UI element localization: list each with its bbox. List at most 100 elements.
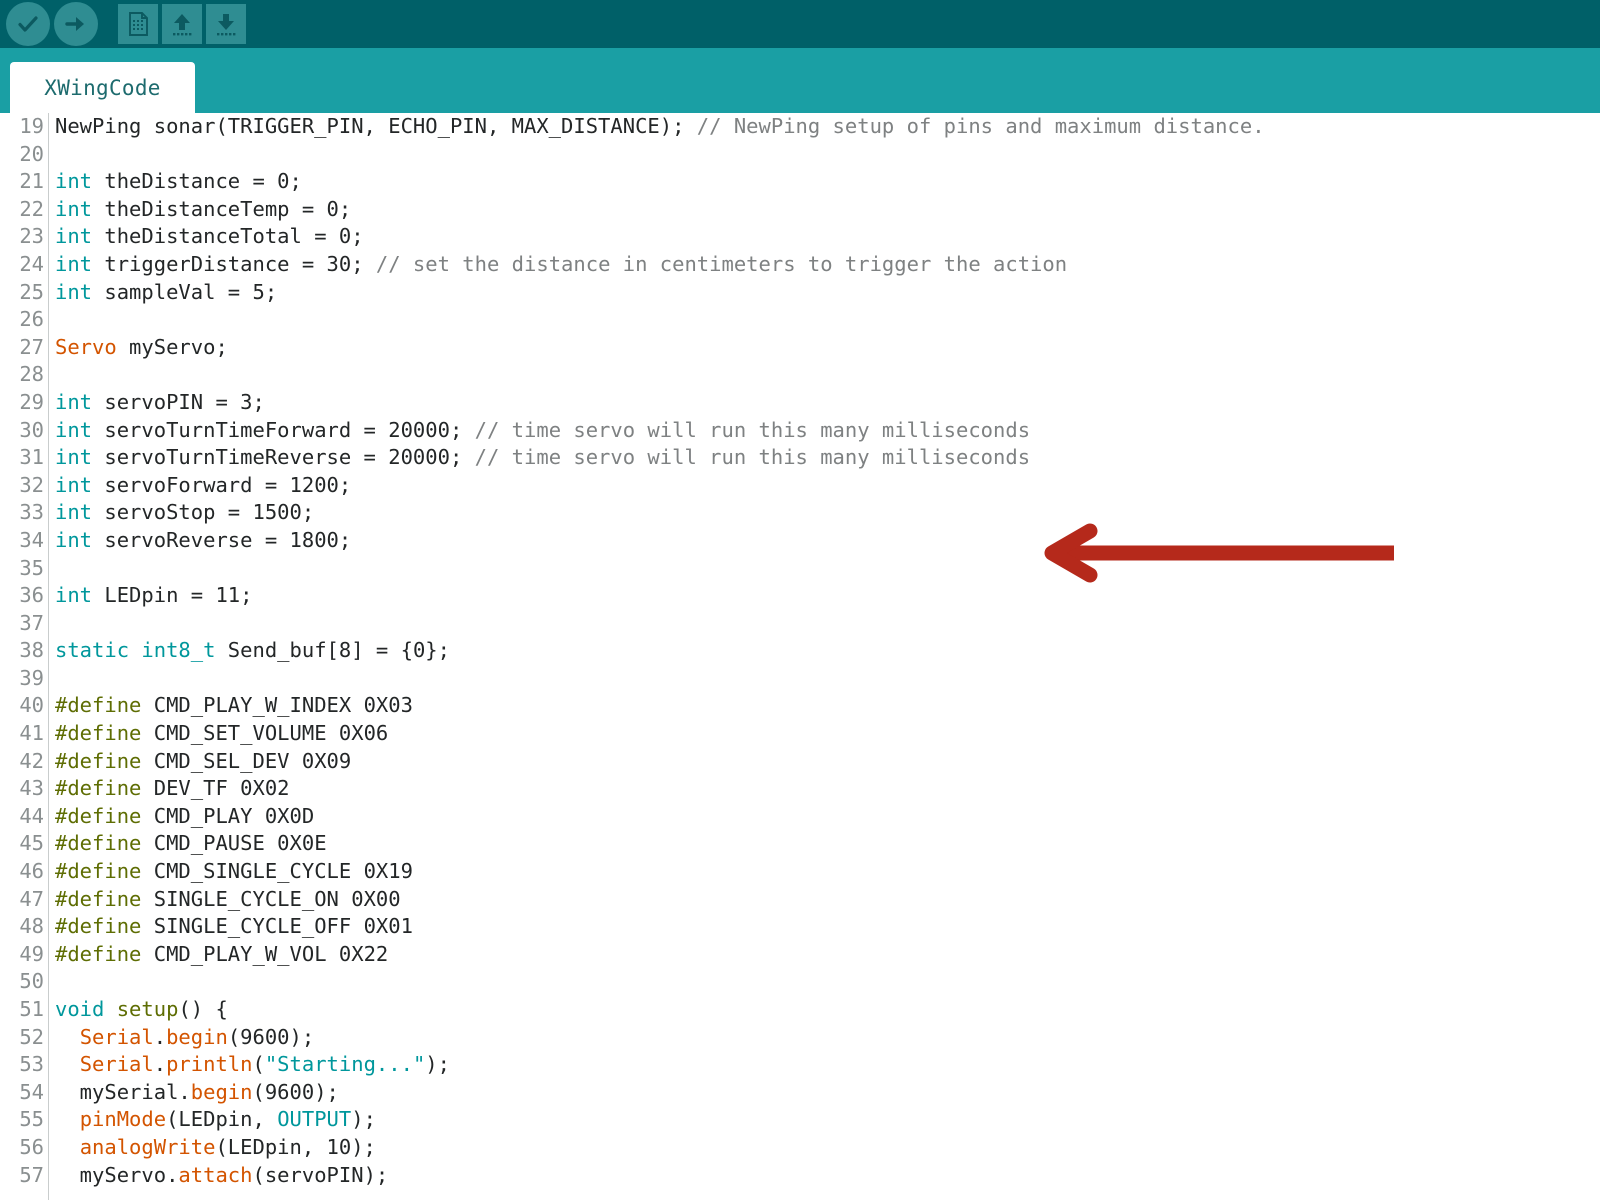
code-token: #define [55, 941, 142, 966]
code-line[interactable]: 40 #define CMD_PLAY_W_INDEX 0X03 [0, 692, 1600, 720]
right-arrow-icon [63, 11, 89, 37]
code-line[interactable]: 39 [0, 665, 1600, 693]
code-token: CMD_SET_VOLUME 0X06 [141, 721, 389, 746]
code-line[interactable]: 43 #define DEV_TF 0X02 [0, 775, 1600, 803]
verify-button[interactable] [6, 2, 50, 46]
code-token: analogWrite [79, 1134, 216, 1159]
code-line[interactable]: 49 #define CMD_PLAY_W_VOL 0X22 [0, 941, 1600, 969]
code-line[interactable]: 36 int LEDpin = 11; [0, 582, 1600, 610]
code-token: servoTurnTimeForward = 20000; [92, 417, 475, 442]
code-token: int [55, 251, 93, 276]
open-button[interactable] [162, 4, 202, 44]
code-line[interactable]: 52 Serial.begin(9600); [0, 1024, 1600, 1052]
code-token: int [55, 279, 93, 304]
line-text: #define SINGLE_CYCLE_OFF 0X01 [55, 913, 413, 941]
code-line[interactable]: 29 int servoPIN = 3; [0, 389, 1600, 417]
code-token: int [55, 527, 93, 552]
code-token: ( [252, 1052, 265, 1077]
code-line[interactable]: 41 #define CMD_SET_VOLUME 0X06 [0, 720, 1600, 748]
code-line[interactable]: 46 #define CMD_SINGLE_CYCLE 0X19 [0, 858, 1600, 886]
code-token: servoStop = 1500; [92, 500, 315, 525]
tab-xwingcode[interactable]: XWingCode [10, 62, 195, 113]
code-token: Servo [55, 334, 117, 359]
code-line[interactable]: 47 #define SINGLE_CYCLE_ON 0X00 [0, 886, 1600, 914]
code-line[interactable]: 26 [0, 306, 1600, 334]
code-line[interactable]: 20 [0, 141, 1600, 169]
code-line[interactable]: 27 Servo myServo; [0, 334, 1600, 362]
code-line[interactable]: 19 NewPing sonar(TRIGGER_PIN, ECHO_PIN, M… [0, 113, 1600, 141]
code-line[interactable]: 50 [0, 968, 1600, 996]
line-number: 40 [19, 693, 44, 718]
code-line[interactable]: 23 int theDistanceTotal = 0; [0, 223, 1600, 251]
up-arrow-icon [169, 11, 195, 37]
line-number: 34 [19, 527, 44, 552]
code-line[interactable]: 22 int theDistanceTemp = 0; [0, 196, 1600, 224]
code-line[interactable]: 24 int triggerDistance = 30; // set the d… [0, 251, 1600, 279]
code-line[interactable]: 55 pinMode(LEDpin, OUTPUT); [0, 1106, 1600, 1134]
code-token: Send_buf[8] = {0}; [215, 638, 450, 663]
code-token: myServo. [55, 1162, 179, 1187]
code-line[interactable]: 48 #define SINGLE_CYCLE_OFF 0X01 [0, 913, 1600, 941]
line-text: int servoTurnTimeForward = 20000; // tim… [55, 417, 1030, 445]
code-token: Serial [79, 1024, 154, 1049]
line-text: #define CMD_PLAY_W_INDEX 0X03 [55, 692, 413, 720]
code-line[interactable]: 25 int sampleVal = 5; [0, 279, 1600, 307]
code-line[interactable]: 30 int servoTurnTimeForward = 20000; // t… [0, 417, 1600, 445]
code-line[interactable]: 35 [0, 555, 1600, 583]
code-token: int [55, 583, 93, 608]
line-text: #define CMD_SET_VOLUME 0X06 [55, 720, 388, 748]
line-number: 27 [19, 334, 44, 359]
code-line[interactable]: 31 int servoTurnTimeReverse = 20000; // t… [0, 444, 1600, 472]
code-line[interactable]: 57 myServo.attach(servoPIN); [0, 1162, 1600, 1190]
code-token: (9600); [252, 1079, 339, 1104]
code-line[interactable]: 42 #define CMD_SEL_DEV 0X09 [0, 748, 1600, 776]
line-number: 41 [19, 721, 44, 746]
line-number: 49 [19, 941, 44, 966]
line-number: 28 [19, 362, 44, 387]
code-line[interactable]: 51 void setup() { [0, 996, 1600, 1024]
code-editor[interactable]: 19 NewPing sonar(TRIGGER_PIN, ECHO_PIN, M… [0, 113, 1600, 1200]
line-number: 38 [19, 638, 44, 663]
code-token: begin [190, 1079, 253, 1104]
code-token: CMD_SINGLE_CYCLE 0X19 [141, 859, 413, 884]
code-token: mySerial. [55, 1079, 191, 1104]
line-number: 26 [19, 307, 44, 332]
line-number: 51 [19, 997, 44, 1021]
code-line[interactable]: 34 int servoReverse = 1800; [0, 527, 1600, 555]
code-token: sampleVal = 5; [92, 279, 278, 304]
line-number: 55 [19, 1107, 44, 1132]
upload-button[interactable] [54, 2, 98, 46]
new-button[interactable] [118, 4, 158, 44]
code-line[interactable]: 38 static int8_t Send_buf[8] = {0}; [0, 637, 1600, 665]
line-number: 39 [19, 665, 44, 690]
line-text: NewPing sonar(TRIGGER_PIN, ECHO_PIN, MAX… [55, 113, 1265, 141]
code-line[interactable]: 54 mySerial.begin(9600); [0, 1079, 1600, 1107]
code-line[interactable]: 32 int servoForward = 1200; [0, 472, 1600, 500]
code-line[interactable]: 45 #define CMD_PAUSE 0X0E [0, 830, 1600, 858]
code-token: theDistanceTemp = 0; [92, 196, 352, 221]
code-line[interactable]: 21 int theDistance = 0; [0, 168, 1600, 196]
code-token: begin [166, 1024, 228, 1049]
code-token: "Starting..." [264, 1052, 426, 1077]
save-button[interactable] [206, 4, 246, 44]
code-token: #define [55, 803, 142, 828]
code-line[interactable]: 53 Serial.println("Starting..."); [0, 1051, 1600, 1079]
new-document-icon [125, 11, 151, 37]
line-number: 24 [19, 251, 44, 276]
code-token: static [55, 638, 130, 663]
code-token: myServo; [116, 334, 228, 359]
code-token: println [166, 1052, 253, 1077]
line-number: 31 [19, 445, 44, 470]
line-text: analogWrite(LEDpin, 10); [55, 1134, 376, 1162]
code-line[interactable]: 37 [0, 610, 1600, 638]
line-number: 45 [19, 831, 44, 856]
code-line[interactable]: 33 int servoStop = 1500; [0, 499, 1600, 527]
code-line[interactable]: 28 [0, 361, 1600, 389]
line-number: 33 [19, 500, 44, 525]
code-line[interactable]: 44 #define CMD_PLAY 0X0D [0, 803, 1600, 831]
code-token: CMD_PAUSE 0X0E [141, 831, 327, 856]
code-line[interactable]: 56 analogWrite(LEDpin, 10); [0, 1134, 1600, 1162]
code-token: CMD_PLAY_W_VOL 0X22 [141, 941, 389, 966]
